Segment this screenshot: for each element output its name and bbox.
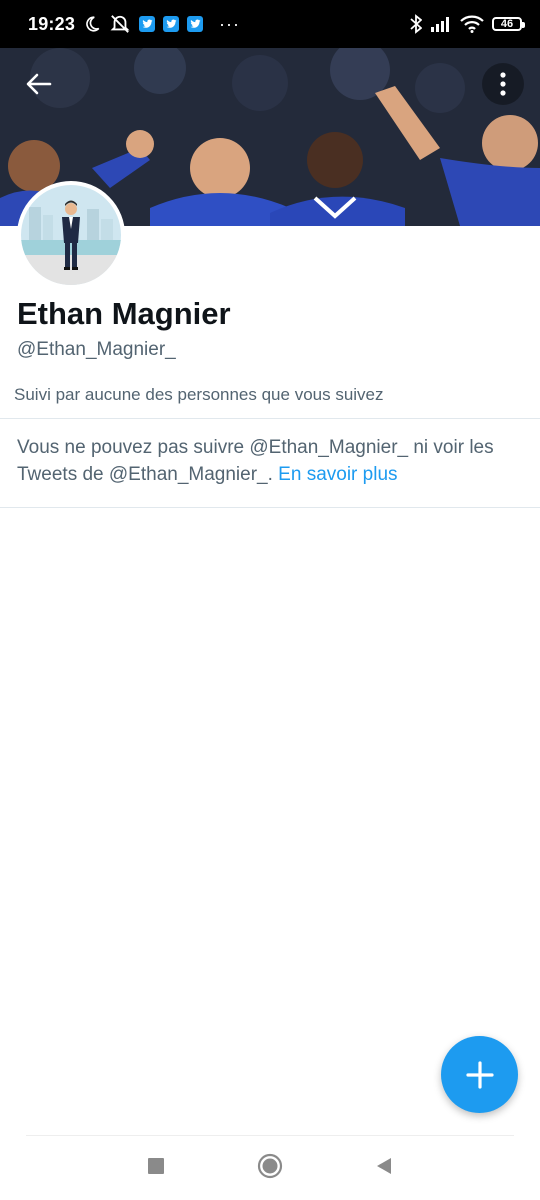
more-options-button[interactable]	[482, 63, 524, 105]
profile-handle: @Ethan_Magnier_	[17, 339, 176, 360]
alarm-off-icon	[109, 14, 131, 34]
twitter-icon	[187, 16, 204, 32]
blocked-notice: Vous ne pouvez pas suivre @Ethan_Magnier…	[17, 434, 517, 488]
plus-icon	[465, 1060, 494, 1089]
signal-icon	[430, 16, 452, 32]
recent-apps-button[interactable]	[146, 1156, 166, 1181]
status-time: 19:23	[28, 13, 76, 34]
circle-icon	[257, 1153, 283, 1178]
square-icon	[147, 1157, 164, 1174]
followed-by-text: Suivi par aucune des personnes que vous …	[14, 385, 384, 404]
twitter-icon	[163, 16, 180, 32]
back-button[interactable]	[18, 63, 60, 105]
system-nav-bar	[0, 1136, 540, 1200]
arrow-left-icon	[26, 73, 52, 95]
back-nav-button[interactable]	[374, 1156, 394, 1181]
home-button[interactable]	[257, 1153, 283, 1184]
bluetooth-icon	[410, 14, 422, 34]
learn-more-link[interactable]: En savoir plus	[278, 464, 397, 485]
divider	[0, 418, 540, 419]
more-vertical-icon	[500, 72, 506, 96]
avatar-image	[21, 185, 121, 285]
status-bar: 19:23 ··· 46	[0, 0, 540, 48]
wifi-icon	[460, 15, 484, 33]
battery-icon: 46	[492, 17, 525, 31]
moon-icon	[83, 15, 101, 33]
more-notifications-indicator: ···	[219, 13, 241, 34]
triangle-back-icon	[377, 1157, 392, 1174]
divider	[0, 507, 540, 508]
compose-tweet-button[interactable]	[441, 1036, 518, 1113]
profile-name: Ethan Magnier	[17, 296, 231, 331]
blocked-notice-text: Vous ne pouvez pas suivre @Ethan_Magnier…	[17, 437, 494, 485]
avatar[interactable]	[17, 181, 125, 289]
twitter-icon	[139, 16, 156, 32]
